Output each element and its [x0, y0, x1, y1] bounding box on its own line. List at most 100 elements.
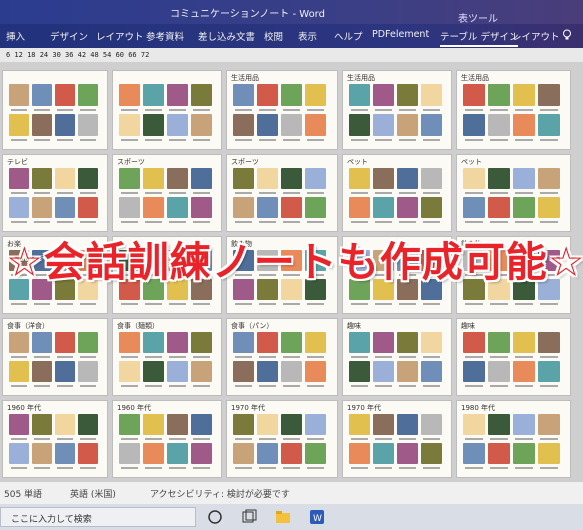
tab-references[interactable]: 参考資料: [146, 29, 184, 43]
tile-caption-line: [399, 109, 416, 111]
card-picture-tile: [397, 361, 418, 382]
tile-caption-line: [235, 385, 252, 387]
tab-design[interactable]: デザイン: [50, 29, 88, 43]
tile-caption-line: [259, 192, 276, 194]
word-count[interactable]: 505 単語: [4, 487, 42, 500]
card-picture-tile: [9, 168, 29, 189]
card-picture-tile: [78, 361, 98, 382]
card-category-label: テレビ: [7, 158, 28, 166]
tile-caption-line: [540, 438, 558, 440]
file-explorer-icon[interactable]: [274, 508, 292, 526]
picture-card[interactable]: 生活用品: [342, 70, 452, 150]
tile-caption-line: [259, 356, 276, 358]
tile-caption-line: [465, 356, 483, 358]
card-category-label: 1970 年代: [231, 404, 266, 412]
picture-card[interactable]: 1980 年代: [456, 400, 571, 478]
windows-taskbar: ここに入力して検索 W: [0, 504, 583, 530]
picture-card[interactable]: [112, 70, 222, 150]
card-category-label: 趣味: [347, 322, 361, 330]
card-picture-tile: [281, 197, 302, 218]
tile-caption-line: [307, 467, 324, 469]
card-picture-tile: [421, 197, 442, 218]
card-picture-tile: [513, 84, 535, 106]
picture-card[interactable]: 生活用品: [456, 70, 571, 150]
card-picture-tile: [463, 197, 485, 218]
card-picture-tile: [397, 414, 418, 435]
picture-card[interactable]: 1970 年代: [342, 400, 452, 478]
tile-caption-line: [11, 467, 27, 469]
card-picture-tile: [167, 332, 188, 353]
picture-card[interactable]: 食事（洋食）: [2, 318, 108, 396]
tile-caption-line: [193, 139, 210, 141]
card-picture-tile: [257, 168, 278, 189]
horizontal-ruler[interactable]: 6 12 18 24 30 36 42 48 54 60 66 72: [0, 48, 583, 62]
tab-table-layout[interactable]: レイアウト: [512, 29, 560, 43]
tile-caption-line: [540, 109, 558, 111]
tile-caption-line: [193, 467, 210, 469]
card-picture-tile: [78, 332, 98, 353]
card-category-label: 1980 年代: [461, 404, 496, 412]
tile-caption-line: [351, 139, 368, 141]
card-picture-tile: [32, 84, 52, 106]
picture-card[interactable]: 1970 年代: [226, 400, 338, 478]
picture-card[interactable]: 食事（麺類）: [112, 318, 222, 396]
picture-card[interactable]: スポーツ: [226, 154, 338, 232]
task-view-icon[interactable]: [206, 508, 224, 526]
picture-card[interactable]: 1960 年代: [2, 400, 108, 478]
card-picture-tile: [421, 114, 442, 136]
tab-layout[interactable]: レイアウト: [96, 29, 144, 43]
picture-card[interactable]: [2, 70, 108, 150]
picture-card[interactable]: ペット: [456, 154, 571, 232]
tile-caption-line: [235, 467, 252, 469]
picture-card[interactable]: ペット: [342, 154, 452, 232]
card-picture-tile: [488, 332, 510, 353]
card-picture-tile: [55, 168, 75, 189]
tile-caption-line: [34, 221, 50, 223]
tab-insert[interactable]: 挿入: [6, 29, 25, 43]
card-category-label: ペット: [461, 158, 482, 166]
tab-mailings[interactable]: 差し込み文書: [198, 29, 255, 43]
card-picture-tile: [167, 168, 188, 189]
tab-help[interactable]: ヘルプ: [334, 29, 363, 43]
tile-caption-line: [80, 356, 96, 358]
card-picture-tile: [463, 414, 485, 435]
accessibility-status[interactable]: アクセシビリティ: 検討が必要です: [150, 487, 290, 500]
tile-caption-line: [259, 438, 276, 440]
word-app-icon[interactable]: W: [308, 508, 326, 526]
lightbulb-icon[interactable]: [562, 29, 572, 44]
tile-caption-line: [423, 221, 440, 223]
card-picture-tile: [191, 361, 212, 382]
taskbar-search-input[interactable]: ここに入力して検索: [0, 507, 196, 527]
picture-card[interactable]: 趣味: [342, 318, 452, 396]
tile-caption-line: [169, 109, 186, 111]
card-picture-tile: [191, 84, 212, 106]
picture-card[interactable]: 生活用品: [226, 70, 338, 150]
tab-view[interactable]: 表示: [298, 29, 317, 43]
tile-caption-line: [423, 467, 440, 469]
picture-card[interactable]: 趣味: [456, 318, 571, 396]
tile-caption-line: [540, 356, 558, 358]
tile-caption-line: [80, 385, 96, 387]
tile-caption-line: [307, 385, 324, 387]
picture-card[interactable]: テレビ: [2, 154, 108, 232]
card-picture-tile: [143, 361, 164, 382]
picture-card[interactable]: 1960 年代: [112, 400, 222, 478]
card-picture-tile: [143, 114, 164, 136]
tab-table-design[interactable]: テーブル デザイン: [440, 29, 519, 47]
language-indicator[interactable]: 英語 (米国): [70, 487, 116, 500]
card-picture-tile: [463, 84, 485, 106]
card-picture-tile: [78, 114, 98, 136]
card-picture-tile: [421, 414, 442, 435]
tab-review[interactable]: 校閲: [264, 29, 283, 43]
card-picture-tile: [305, 414, 326, 435]
card-picture-tile: [191, 332, 212, 353]
picture-card[interactable]: 食事（パン）: [226, 318, 338, 396]
taskview-icon[interactable]: [240, 508, 258, 526]
tile-caption-line: [145, 438, 162, 440]
tab-pdfelement[interactable]: PDFelement: [372, 29, 429, 40]
card-category-label: 食事（麺類）: [117, 322, 159, 330]
svg-text:W: W: [313, 514, 322, 524]
picture-card[interactable]: スポーツ: [112, 154, 222, 232]
card-picture-tile: [397, 443, 418, 464]
tile-caption-line: [145, 467, 162, 469]
